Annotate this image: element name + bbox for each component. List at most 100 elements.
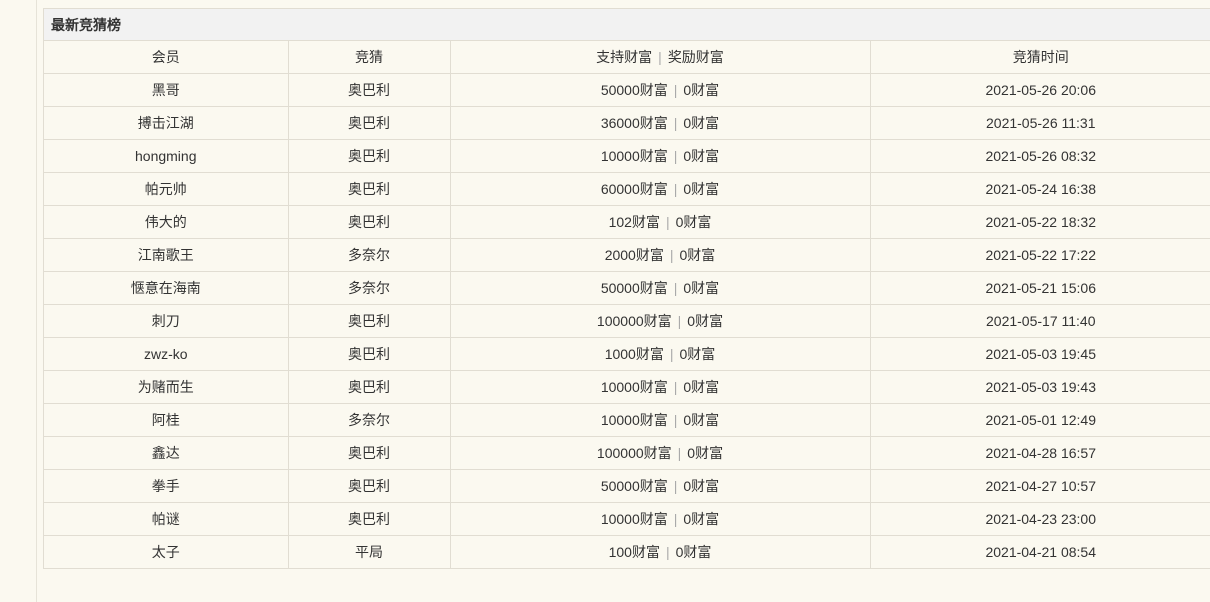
cell-guess: 奥巴利 (288, 337, 451, 371)
table-row: hongming 奥巴利 10000财富 | 0财富 2021-05-26 08:32 (44, 139, 1210, 173)
cell-guess: 奥巴利 (288, 502, 451, 536)
table-row: 太子 平局 100财富 | 0财富 2021-04-21 08:54 (44, 535, 1210, 568)
table-row: 搏击江湖 奥巴利 36000财富 | 0财富 2021-05-26 11:31 (44, 106, 1210, 140)
cell-reward: 0财富 (679, 247, 716, 263)
table-row: 惬意在海南 多奈尔 50000财富 | 0财富 2021-05-21 15:06 (44, 271, 1210, 305)
table-row: 刺刀 奥巴利 100000财富 | 0财富 2021-05-17 11:40 (44, 304, 1210, 338)
cell-support: 10000财富 (600, 148, 668, 164)
header-wealth: 支持财富 | 奖励财富 (450, 41, 871, 74)
header-separator: | (658, 49, 662, 65)
table-header-row: 会员 竞猜 支持财富 | 奖励财富 竞猜时间 (44, 41, 1210, 74)
cell-member: 拳手 (44, 469, 289, 503)
cell-reward: 0财富 (675, 214, 712, 230)
cell-member: 刺刀 (44, 304, 289, 338)
cell-guess: 多奈尔 (288, 403, 451, 437)
cell-member: 阿桂 (44, 403, 289, 437)
cell-guess: 多奈尔 (288, 271, 451, 305)
cell-separator: | (673, 511, 678, 527)
cell-time: 2021-05-22 17:22 (870, 238, 1210, 272)
cell-wealth: 50000财富 | 0财富 (450, 73, 871, 107)
cell-support: 1000财富 (604, 346, 664, 362)
table-row: 帕谜 奥巴利 10000财富 | 0财富 2021-04-23 23:00 (44, 502, 1210, 536)
cell-support: 36000财富 (600, 115, 668, 131)
cell-reward: 0财富 (675, 544, 712, 560)
header-reward: 奖励财富 (667, 49, 724, 65)
cell-wealth: 50000财富 | 0财富 (450, 271, 871, 305)
table-row: 为赌而生 奥巴利 10000财富 | 0财富 2021-05-03 19:43 (44, 370, 1210, 404)
panel-title: 最新竞猜榜 (44, 9, 1210, 41)
cell-reward: 0财富 (683, 379, 720, 395)
cell-member: 伟大的 (44, 205, 289, 239)
cell-time: 2021-05-03 19:45 (870, 337, 1210, 371)
cell-separator: | (665, 544, 670, 560)
cell-time: 2021-05-24 16:38 (870, 172, 1210, 206)
table-row: 鑫达 奥巴利 100000财富 | 0财富 2021-04-28 16:57 (44, 436, 1210, 470)
cell-guess: 平局 (288, 535, 451, 568)
cell-support: 50000财富 (600, 82, 668, 98)
table-row: 帕元帅 奥巴利 60000财富 | 0财富 2021-05-24 16:38 (44, 172, 1210, 206)
cell-guess: 奥巴利 (288, 370, 451, 404)
cell-guess: 奥巴利 (288, 469, 451, 503)
cell-guess: 奥巴利 (288, 73, 451, 107)
cell-wealth: 60000财富 | 0财富 (450, 172, 871, 206)
cell-support: 10000财富 (600, 379, 668, 395)
cell-time: 2021-05-26 08:32 (870, 139, 1210, 173)
table-row: zwz-ko 奥巴利 1000财富 | 0财富 2021-05-03 19:45 (44, 337, 1210, 371)
cell-separator: | (673, 181, 678, 197)
cell-member: 搏击江湖 (44, 106, 289, 140)
cell-wealth: 10000财富 | 0财富 (450, 139, 871, 173)
cell-time: 2021-04-28 16:57 (870, 436, 1210, 470)
header-support: 支持财富 (596, 49, 653, 65)
cell-separator: | (673, 82, 678, 98)
table-row: 伟大的 奥巴利 102财富 | 0财富 2021-05-22 18:32 (44, 205, 1210, 239)
cell-wealth: 10000财富 | 0财富 (450, 403, 871, 437)
cell-time: 2021-05-01 12:49 (870, 403, 1210, 437)
cell-wealth: 10000财富 | 0财富 (450, 502, 871, 536)
cell-wealth: 102财富 | 0财富 (450, 205, 871, 239)
left-gutter (0, 0, 37, 602)
cell-wealth: 10000财富 | 0财富 (450, 370, 871, 404)
cell-separator: | (673, 148, 678, 164)
table-row: 拳手 奥巴利 50000财富 | 0财富 2021-04-27 10:57 (44, 469, 1210, 503)
cell-guess: 奥巴利 (288, 205, 451, 239)
table-row: 黑哥 奥巴利 50000财富 | 0财富 2021-05-26 20:06 (44, 73, 1210, 107)
cell-time: 2021-05-22 18:32 (870, 205, 1210, 239)
guess-ranking-table: 会员 竞猜 支持财富 | 奖励财富 竞猜时间 黑哥 奥巴利 50000财富 | 0财富 202… (44, 41, 1210, 568)
header-time: 竞猜时间 (870, 41, 1210, 74)
cell-member: hongming (44, 139, 289, 173)
cell-support: 100000财富 (596, 313, 672, 329)
cell-wealth: 100000财富 | 0财富 (450, 304, 871, 338)
cell-member: 太子 (44, 535, 289, 568)
cell-separator: | (673, 379, 678, 395)
cell-reward: 0财富 (679, 346, 716, 362)
cell-member: 为赌而生 (44, 370, 289, 404)
cell-reward: 0财富 (683, 115, 720, 131)
cell-support: 10000财富 (600, 412, 668, 428)
cell-reward: 0财富 (687, 313, 724, 329)
cell-guess: 多奈尔 (288, 238, 451, 272)
cell-member: 帕元帅 (44, 172, 289, 206)
header-guess: 竞猜 (288, 41, 451, 74)
cell-reward: 0财富 (683, 511, 720, 527)
cell-guess: 奥巴利 (288, 106, 451, 140)
cell-wealth: 100财富 | 0财富 (450, 535, 871, 568)
cell-time: 2021-04-23 23:00 (870, 502, 1210, 536)
cell-separator: | (665, 214, 670, 230)
cell-time: 2021-04-27 10:57 (870, 469, 1210, 503)
cell-support: 50000财富 (600, 478, 668, 494)
cell-member: zwz-ko (44, 337, 289, 371)
cell-member: 惬意在海南 (44, 271, 289, 305)
cell-member: 鑫达 (44, 436, 289, 470)
cell-support: 10000财富 (600, 511, 668, 527)
cell-wealth: 1000财富 | 0财富 (450, 337, 871, 371)
table-row: 江南歌王 多奈尔 2000财富 | 0财富 2021-05-22 17:22 (44, 238, 1210, 272)
cell-support: 60000财富 (600, 181, 668, 197)
cell-separator: | (669, 247, 674, 263)
cell-reward: 0财富 (683, 280, 720, 296)
cell-time: 2021-05-26 11:31 (870, 106, 1210, 140)
guess-ranking-panel: 最新竞猜榜 会员 竞猜 支持财富 | 奖励财富 竞猜时间 黑哥 奥巴利 50000财富 |… (43, 8, 1210, 569)
cell-separator: | (673, 115, 678, 131)
cell-support: 50000财富 (600, 280, 668, 296)
cell-separator: | (677, 445, 682, 461)
cell-support: 102财富 (608, 214, 660, 230)
